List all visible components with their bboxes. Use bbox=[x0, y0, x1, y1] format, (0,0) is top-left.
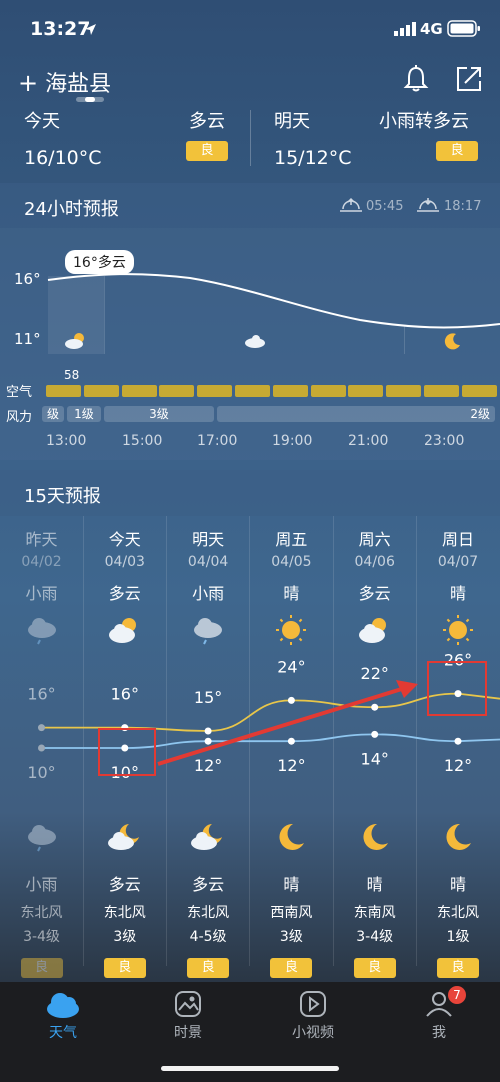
moon-icon bbox=[279, 823, 305, 850]
wind-direction: 东北风 bbox=[103, 905, 146, 921]
tab-label: 时景 bbox=[174, 1025, 202, 1041]
night-condition: 晴 bbox=[449, 875, 466, 894]
wind-level: 3级 bbox=[113, 929, 137, 945]
night-condition: 晴 bbox=[283, 875, 300, 894]
wind-direction: 西南风 bbox=[270, 905, 313, 921]
day-aqi-badge: 良 bbox=[270, 958, 313, 978]
rain-cloud-icon bbox=[27, 825, 56, 852]
moon-cloud-icon bbox=[107, 824, 139, 850]
home-indicator bbox=[161, 1066, 339, 1071]
day-aqi-badge: 良 bbox=[437, 958, 479, 978]
moon-icon bbox=[363, 823, 388, 850]
day-aqi-badge: 良 bbox=[187, 958, 230, 978]
tab-label: 我 bbox=[432, 1025, 446, 1041]
annotation-arrow bbox=[157, 680, 418, 766]
wind-direction: 东北风 bbox=[20, 905, 63, 921]
wind-direction: 东南风 bbox=[353, 905, 396, 921]
night-condition: 多云 bbox=[108, 875, 141, 894]
cloud-tab-icon bbox=[47, 993, 79, 1018]
tab-me[interactable]: 我 7 bbox=[394, 986, 484, 1042]
wind-direction: 东北风 bbox=[187, 905, 230, 921]
tab-scenes[interactable]: 时景 bbox=[143, 990, 233, 1042]
notification-badge: 7 bbox=[448, 986, 466, 1004]
night-condition: 多云 bbox=[192, 875, 225, 894]
day-aqi-badge: 良 bbox=[103, 958, 146, 978]
wind-direction: 东北风 bbox=[437, 905, 479, 921]
day-aqi-badge: 良 bbox=[20, 958, 63, 978]
tab-weather[interactable]: 天气 bbox=[18, 990, 108, 1042]
photo-tab-icon bbox=[175, 991, 201, 1017]
day-aqi-badge: 良 bbox=[353, 958, 396, 978]
wind-level: 3级 bbox=[279, 929, 303, 945]
tab-short-video[interactable]: 小视频 bbox=[268, 990, 358, 1042]
wind-level: 1级 bbox=[446, 929, 470, 945]
play-tab-icon bbox=[300, 991, 326, 1017]
tab-label: 天气 bbox=[49, 1025, 77, 1041]
night-condition: 小雨 bbox=[25, 875, 58, 894]
tab-label: 小视频 bbox=[292, 1025, 334, 1041]
moon-cloud-icon bbox=[191, 824, 223, 850]
moon-icon bbox=[446, 823, 471, 850]
wind-level: 4-5级 bbox=[189, 929, 227, 945]
night-condition: 晴 bbox=[366, 875, 383, 894]
wind-level: 3-4级 bbox=[356, 929, 394, 945]
wind-level: 3-4级 bbox=[23, 929, 60, 945]
